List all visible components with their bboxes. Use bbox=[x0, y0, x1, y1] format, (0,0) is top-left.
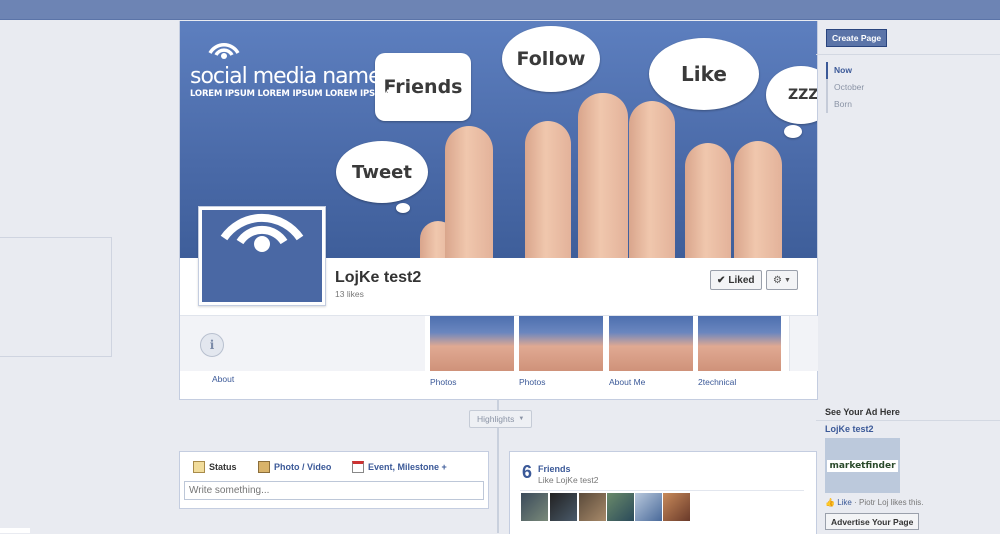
speech-bubble-like: Like bbox=[649, 38, 759, 110]
tab-label: Status bbox=[209, 462, 237, 472]
chevron-down-icon: ▼ bbox=[518, 416, 525, 422]
app-tile-about[interactable]: i bbox=[180, 316, 425, 371]
speech-bubble-tweet: Tweet bbox=[336, 141, 428, 203]
settings-dropdown-button[interactable]: ⚙ ▼ bbox=[766, 270, 798, 290]
friends-count: 6 bbox=[522, 462, 533, 482]
app-tile-about-me[interactable] bbox=[609, 316, 693, 371]
finger-5 bbox=[629, 101, 675, 258]
composer-tab-status[interactable]: Status bbox=[193, 461, 237, 473]
friend-thumbnail[interactable] bbox=[521, 493, 548, 521]
year-october[interactable]: October bbox=[834, 79, 864, 96]
friend-thumbnail[interactable] bbox=[550, 493, 577, 521]
finger-3 bbox=[525, 121, 571, 258]
app-label-photos-2[interactable]: Photos bbox=[519, 377, 545, 387]
wifi-icon bbox=[220, 213, 304, 252]
year-born[interactable]: Born bbox=[834, 96, 864, 113]
tab-label: Photo / Video bbox=[274, 462, 332, 472]
bubble-text: Like bbox=[681, 62, 727, 86]
post-composer: Status Photo / Video Event, Milestone + bbox=[179, 451, 489, 509]
brand-tagline: LOREM IPSUM LOREM IPSUM LOREM IPSUM bbox=[190, 89, 390, 99]
status-input[interactable] bbox=[184, 481, 484, 500]
divider bbox=[520, 490, 804, 491]
app-label-2technical[interactable]: 2technical bbox=[698, 377, 736, 387]
friend-thumbnail[interactable] bbox=[607, 493, 634, 521]
top-blue-bar bbox=[0, 0, 1000, 20]
create-page-button[interactable]: Create Page bbox=[826, 29, 888, 47]
friend-thumbnail[interactable] bbox=[635, 493, 662, 521]
liked-button[interactable]: ✔ Liked bbox=[710, 270, 762, 290]
finger-6 bbox=[685, 143, 731, 258]
divider bbox=[816, 54, 1000, 55]
brand-name: social media name bbox=[190, 64, 382, 89]
profile-picture[interactable] bbox=[198, 206, 326, 306]
app-tile-photos-2[interactable] bbox=[519, 316, 603, 371]
highlights-dropdown[interactable]: Highlights ▼ bbox=[469, 410, 533, 428]
profile-picture-image bbox=[202, 210, 322, 302]
friends-box: 6 Friends Like LojKe test2 bbox=[509, 451, 817, 534]
ad-heading[interactable]: See Your Ad Here bbox=[825, 407, 900, 417]
finger-4 bbox=[578, 93, 628, 258]
friend-thumbnail[interactable] bbox=[663, 493, 690, 521]
page-likes-count[interactable]: 13 likes bbox=[335, 289, 364, 299]
finger-2 bbox=[445, 126, 493, 258]
chevron-down-icon: ▼ bbox=[784, 276, 791, 284]
timeline-header: Friends Follow Like Tweet ZZZ social med… bbox=[179, 21, 818, 400]
gear-icon: ⚙ bbox=[773, 274, 783, 286]
bubble-dot-2 bbox=[784, 125, 802, 138]
bubble-dot-1 bbox=[396, 203, 410, 213]
active-year-marker bbox=[826, 62, 828, 79]
left-panel-edge bbox=[0, 528, 30, 533]
friend-thumbnail[interactable] bbox=[579, 493, 606, 521]
status-icon bbox=[193, 461, 205, 473]
timeline-year-nav: Now October Born bbox=[826, 62, 864, 113]
composer-tab-photo-video[interactable]: Photo / Video bbox=[258, 461, 331, 473]
bubble-text: ZZZ bbox=[788, 87, 817, 103]
ad-image-text: marketfinder bbox=[827, 459, 898, 472]
app-tile-2technical[interactable] bbox=[698, 316, 781, 371]
composer-tab-event-milestone[interactable]: Event, Milestone + bbox=[352, 461, 447, 473]
left-panel-placeholder bbox=[0, 237, 112, 357]
advertise-page-button[interactable]: Advertise Your Page bbox=[825, 513, 920, 530]
app-label-about[interactable]: About bbox=[212, 374, 234, 384]
apps-row: i About Photos Photos About Me 2technica… bbox=[180, 315, 818, 400]
finger-7 bbox=[734, 141, 782, 258]
ad-like-line: 👍 Like · Piotr Loj likes this. bbox=[825, 498, 923, 507]
check-icon: ✔ bbox=[717, 274, 726, 286]
speech-bubble-follow: Follow bbox=[502, 26, 600, 92]
friends-title[interactable]: Friends bbox=[538, 464, 571, 474]
app-tile-more[interactable] bbox=[789, 316, 818, 371]
friends-subtitle: Like LojKe test2 bbox=[538, 475, 599, 485]
page-title[interactable]: LojKe test2 bbox=[335, 269, 421, 287]
ad-image[interactable]: marketfinder bbox=[825, 438, 900, 493]
divider bbox=[816, 420, 1000, 421]
ad-like-text: · Piotr Loj likes this. bbox=[851, 498, 924, 507]
highlights-label: Highlights bbox=[477, 414, 515, 424]
ad-like-link[interactable]: Like bbox=[837, 498, 852, 507]
liked-label: Liked bbox=[728, 274, 755, 286]
brand-logo: social media name LOREM IPSUM LOREM IPSU… bbox=[190, 35, 390, 99]
photo-icon bbox=[258, 461, 270, 473]
year-now[interactable]: Now bbox=[834, 62, 864, 79]
ad-title[interactable]: LojKe test2 bbox=[825, 424, 874, 434]
thumbs-up-icon: 👍 bbox=[825, 498, 835, 507]
tab-label: Event, Milestone + bbox=[368, 462, 447, 472]
app-tile-photos[interactable] bbox=[430, 316, 514, 371]
bubble-text: Tweet bbox=[352, 161, 412, 183]
bubble-text: Follow bbox=[516, 48, 586, 70]
app-label-photos[interactable]: Photos bbox=[430, 377, 456, 387]
calendar-icon bbox=[352, 461, 364, 473]
wifi-icon bbox=[208, 43, 240, 59]
bubble-text: Friends bbox=[383, 76, 463, 98]
info-icon: i bbox=[200, 333, 224, 357]
app-label-about-me[interactable]: About Me bbox=[609, 377, 645, 387]
